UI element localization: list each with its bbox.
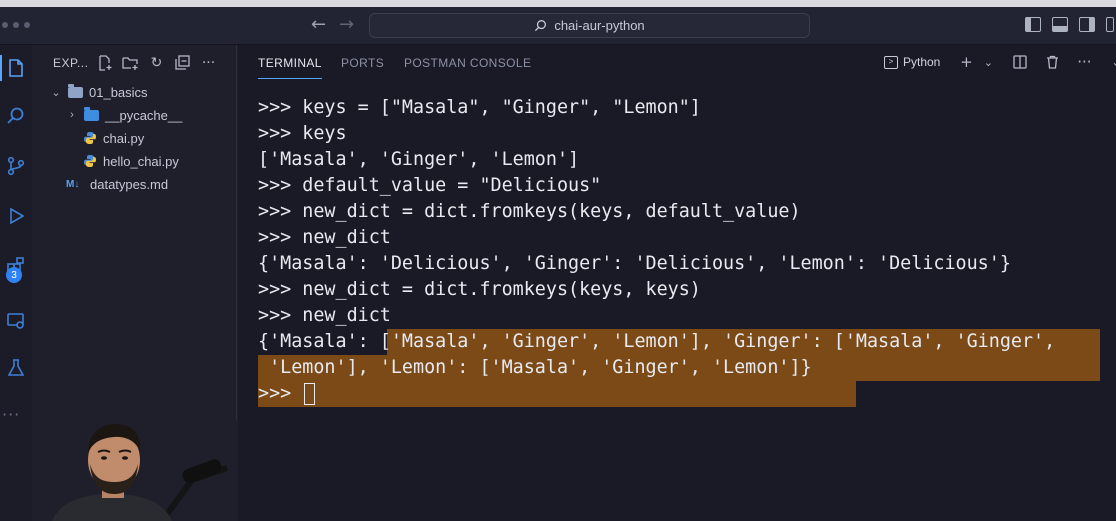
run-debug-icon[interactable] xyxy=(0,201,32,231)
os-menubar xyxy=(0,0,1116,7)
folder-icon xyxy=(84,106,99,121)
explorer-title: EXP... xyxy=(53,56,89,70)
title-bar: ← → chai-aur-python xyxy=(0,7,1116,45)
source-control-icon[interactable] xyxy=(0,151,32,181)
chevron-down-icon: ⌄ xyxy=(51,86,61,99)
tree-label: datatypes.md xyxy=(90,176,169,192)
terminal-prompt: >>> xyxy=(258,383,303,404)
search-sidebar-icon[interactable] xyxy=(0,101,32,131)
new-file-icon[interactable] xyxy=(96,54,113,71)
maximize-dot[interactable] xyxy=(24,22,30,28)
tree-label: 01_basics xyxy=(89,84,148,100)
command-center-search[interactable]: chai-aur-python xyxy=(369,13,810,38)
toggle-panel-icon[interactable] xyxy=(1052,17,1068,32)
new-terminal-plus-icon[interactable]: + xyxy=(956,51,976,73)
collapse-all-icon[interactable] xyxy=(174,54,191,71)
window-controls[interactable] xyxy=(2,22,30,28)
layout-controls xyxy=(1025,17,1114,32)
refresh-icon[interactable]: ↻ xyxy=(148,54,165,71)
remote-explorer-icon[interactable] xyxy=(0,305,32,335)
terminal-line: >>> new_dict xyxy=(258,227,391,248)
toggle-secondary-sidebar-icon[interactable] xyxy=(1079,17,1095,32)
python-file-icon xyxy=(84,155,96,167)
forward-arrow-icon[interactable]: → xyxy=(339,14,354,35)
source-control-badge: 3 xyxy=(6,267,22,283)
selection-highlight xyxy=(258,381,856,407)
tree-file-chai-py[interactable]: chai.py xyxy=(83,128,144,148)
terminal-cursor xyxy=(304,383,316,405)
terminal-line: >>> default_value = "Delicious" xyxy=(258,175,602,196)
tree-folder-pycache[interactable]: › __pycache__ xyxy=(66,105,182,125)
search-icon xyxy=(535,20,547,32)
terminal-icon: > xyxy=(884,55,898,69)
tree-label: __pycache__ xyxy=(105,107,183,123)
terminal-line: >>> keys = ["Masala", "Ginger", "Lemon"] xyxy=(258,97,701,118)
split-terminal-icon[interactable] xyxy=(1010,51,1030,73)
terminal-panel: TERMINAL PORTS POSTMAN CONSOLE > Python … xyxy=(238,45,1116,521)
tree-label: hello_chai.py xyxy=(103,153,179,169)
explorer-actions: ↻ ··· xyxy=(96,54,217,71)
new-folder-icon[interactable] xyxy=(122,54,139,71)
search-label: chai-aur-python xyxy=(554,18,645,33)
terminal-prompt-line: >>> xyxy=(258,381,316,407)
testing-flask-icon[interactable] xyxy=(0,353,32,383)
terminal-line: >>> new_dict = dict.fromkeys(keys, keys) xyxy=(258,279,701,300)
trash-icon[interactable] xyxy=(1042,51,1062,73)
tree-file-datatypes-md[interactable]: M↓ datatypes.md xyxy=(66,174,168,194)
close-dot[interactable] xyxy=(2,22,8,28)
tab-terminal[interactable]: TERMINAL xyxy=(258,56,322,79)
minimize-dot[interactable] xyxy=(13,22,19,28)
terminal-name: Python xyxy=(903,55,941,69)
markdown-file-icon: M↓ xyxy=(66,178,80,190)
tree-file-hello-chai-py[interactable]: hello_chai.py xyxy=(83,151,179,171)
more-icon[interactable]: ··· xyxy=(2,405,20,424)
terminal-line: ['Masala', 'Ginger', 'Lemon'] xyxy=(258,149,580,170)
back-arrow-icon[interactable]: ← xyxy=(311,14,326,35)
python-file-icon xyxy=(84,132,96,144)
terminal-line: >>> new_dict = dict.fromkeys(keys, defau… xyxy=(258,201,801,222)
customize-layout-icon[interactable] xyxy=(1106,17,1114,32)
tab-ports[interactable]: PORTS xyxy=(341,56,384,70)
tree-label: chai.py xyxy=(103,130,145,146)
chevron-right-icon: › xyxy=(70,109,74,121)
maximize-panel-chevron-icon[interactable]: ⌄ xyxy=(1106,51,1116,73)
terminal-line: {'Masala': 'Delicious', 'Ginger': 'Delic… xyxy=(258,253,1011,274)
tree-folder-01-basics[interactable]: ⌄ 01_basics xyxy=(50,82,148,102)
more-actions-icon[interactable]: ··· xyxy=(200,54,217,71)
explorer-icon[interactable] xyxy=(0,53,32,83)
terminal-line: {'Masala': ['Masala', 'Ginger', 'Lemon']… xyxy=(258,331,1056,352)
terminal-line: >>> new_dict xyxy=(258,305,391,326)
presenter-video xyxy=(32,420,237,521)
panel-actions: > Python + ⌄ ··· ⌄ ✕ xyxy=(884,51,1116,73)
activity-bar: 3 ··· xyxy=(0,45,32,521)
folder-icon xyxy=(68,83,83,98)
terminal-line: 'Lemon'], 'Lemon': ['Masala', 'Ginger', … xyxy=(258,357,812,378)
more-actions-icon[interactable]: ··· xyxy=(1074,51,1094,73)
terminal-picker[interactable]: > Python xyxy=(884,55,940,69)
chevron-down-icon[interactable]: ⌄ xyxy=(978,51,998,73)
terminal-line: >>> keys xyxy=(258,123,347,144)
tab-postman-console[interactable]: POSTMAN CONSOLE xyxy=(404,56,531,70)
toggle-primary-sidebar-icon[interactable] xyxy=(1025,17,1041,32)
